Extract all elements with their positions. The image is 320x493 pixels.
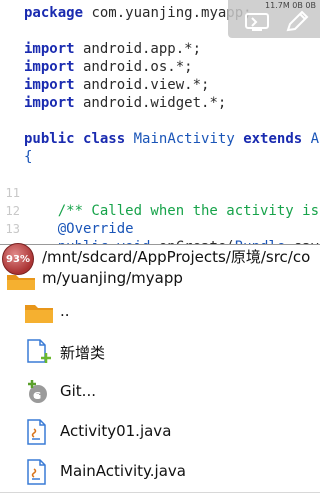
code-token: import <box>24 41 75 57</box>
code-text: package com.yuanjing.myapp; <box>24 4 252 22</box>
code-token: package <box>24 5 84 21</box>
file-name: Git... <box>60 382 96 400</box>
screen-icon[interactable] <box>244 10 270 34</box>
code-text: import android.widget.*; <box>24 94 226 112</box>
code-line[interactable]: 13 @Override <box>0 220 320 238</box>
code-line[interactable] <box>0 112 320 130</box>
file-name: .. <box>60 302 70 320</box>
current-path: /mnt/sdcard/AppProjects/原境/src/com/yuanj… <box>42 248 311 287</box>
code-token: import <box>24 59 75 75</box>
code-line[interactable]: import android.os.*; <box>0 58 320 76</box>
file-browser-panel: 93% /mnt/sdcard/AppProjects/原境/src/com/y… <box>0 243 320 493</box>
code-token: com.yuanjing.myapp; <box>83 5 252 21</box>
code-token: android.app.*; <box>74 41 202 57</box>
code-token: public <box>24 131 75 147</box>
code-line[interactable]: public class MainActivity extends Act <box>0 130 320 148</box>
code-token: android.view.*; <box>74 77 210 93</box>
code-token: extends <box>243 131 303 147</box>
file-list-item[interactable]: 新增类 <box>0 332 320 373</box>
code-text: import android.view.*; <box>24 76 209 94</box>
code-token: import <box>24 95 75 111</box>
line-number: 13 <box>5 222 20 236</box>
code-line[interactable]: import android.app.*; <box>0 40 320 58</box>
code-line[interactable]: 12 /** Called when the activity is f <box>0 202 320 220</box>
code-text: import android.app.*; <box>24 40 201 58</box>
code-line[interactable]: import android.view.*; <box>0 76 320 94</box>
memory-status-text: 11.7M 0B 0B <box>265 1 316 10</box>
progress-badge: 93% <box>2 243 34 275</box>
code-text: @Override <box>24 220 134 238</box>
file-name: 新增类 <box>60 344 106 362</box>
pencil-icon[interactable] <box>284 10 310 34</box>
file-list-item[interactable]: G Git... <box>0 372 320 413</box>
code-token: class <box>83 131 126 147</box>
code-line[interactable]: { <box>0 148 320 166</box>
code-text: import android.os.*; <box>24 58 193 76</box>
code-text: { <box>24 148 32 166</box>
code-text: /** Called when the activity is f <box>24 202 320 220</box>
file-list-item[interactable]: MainActivity.java <box>0 452 320 493</box>
code-line[interactable]: import android.widget.*; <box>0 94 320 112</box>
new-file-icon <box>24 339 54 365</box>
code-token: Act <box>310 131 320 147</box>
code-line[interactable] <box>0 166 320 184</box>
line-number: 12 <box>5 204 20 218</box>
code-token: { <box>24 149 33 165</box>
code-text: public class MainActivity extends Act <box>24 130 320 148</box>
code-token: android.widget.*; <box>74 95 227 111</box>
file-name: MainActivity.java <box>60 462 186 480</box>
code-line[interactable]: 11 <box>0 184 320 202</box>
status-toolbar: 11.7M 0B 0B <box>228 0 320 38</box>
code-token: import <box>24 77 75 93</box>
java-file-icon <box>24 419 54 445</box>
path-bar[interactable]: 93% /mnt/sdcard/AppProjects/原境/src/com/y… <box>0 243 320 294</box>
code-token: android.os.*; <box>74 59 193 75</box>
file-name: Activity01.java <box>60 422 172 440</box>
java-file-icon <box>24 459 54 485</box>
file-list-item[interactable]: .. <box>0 292 320 333</box>
svg-text:G: G <box>33 391 41 402</box>
code-token: @Override <box>57 221 134 237</box>
file-list-item[interactable]: Activity01.java <box>0 412 320 453</box>
git-icon: G <box>24 379 54 405</box>
code-token: /** Called when the activity is f <box>57 203 320 219</box>
line-number: 11 <box>5 186 20 200</box>
code-token: MainActivity <box>133 131 235 147</box>
folder-icon <box>24 299 54 325</box>
